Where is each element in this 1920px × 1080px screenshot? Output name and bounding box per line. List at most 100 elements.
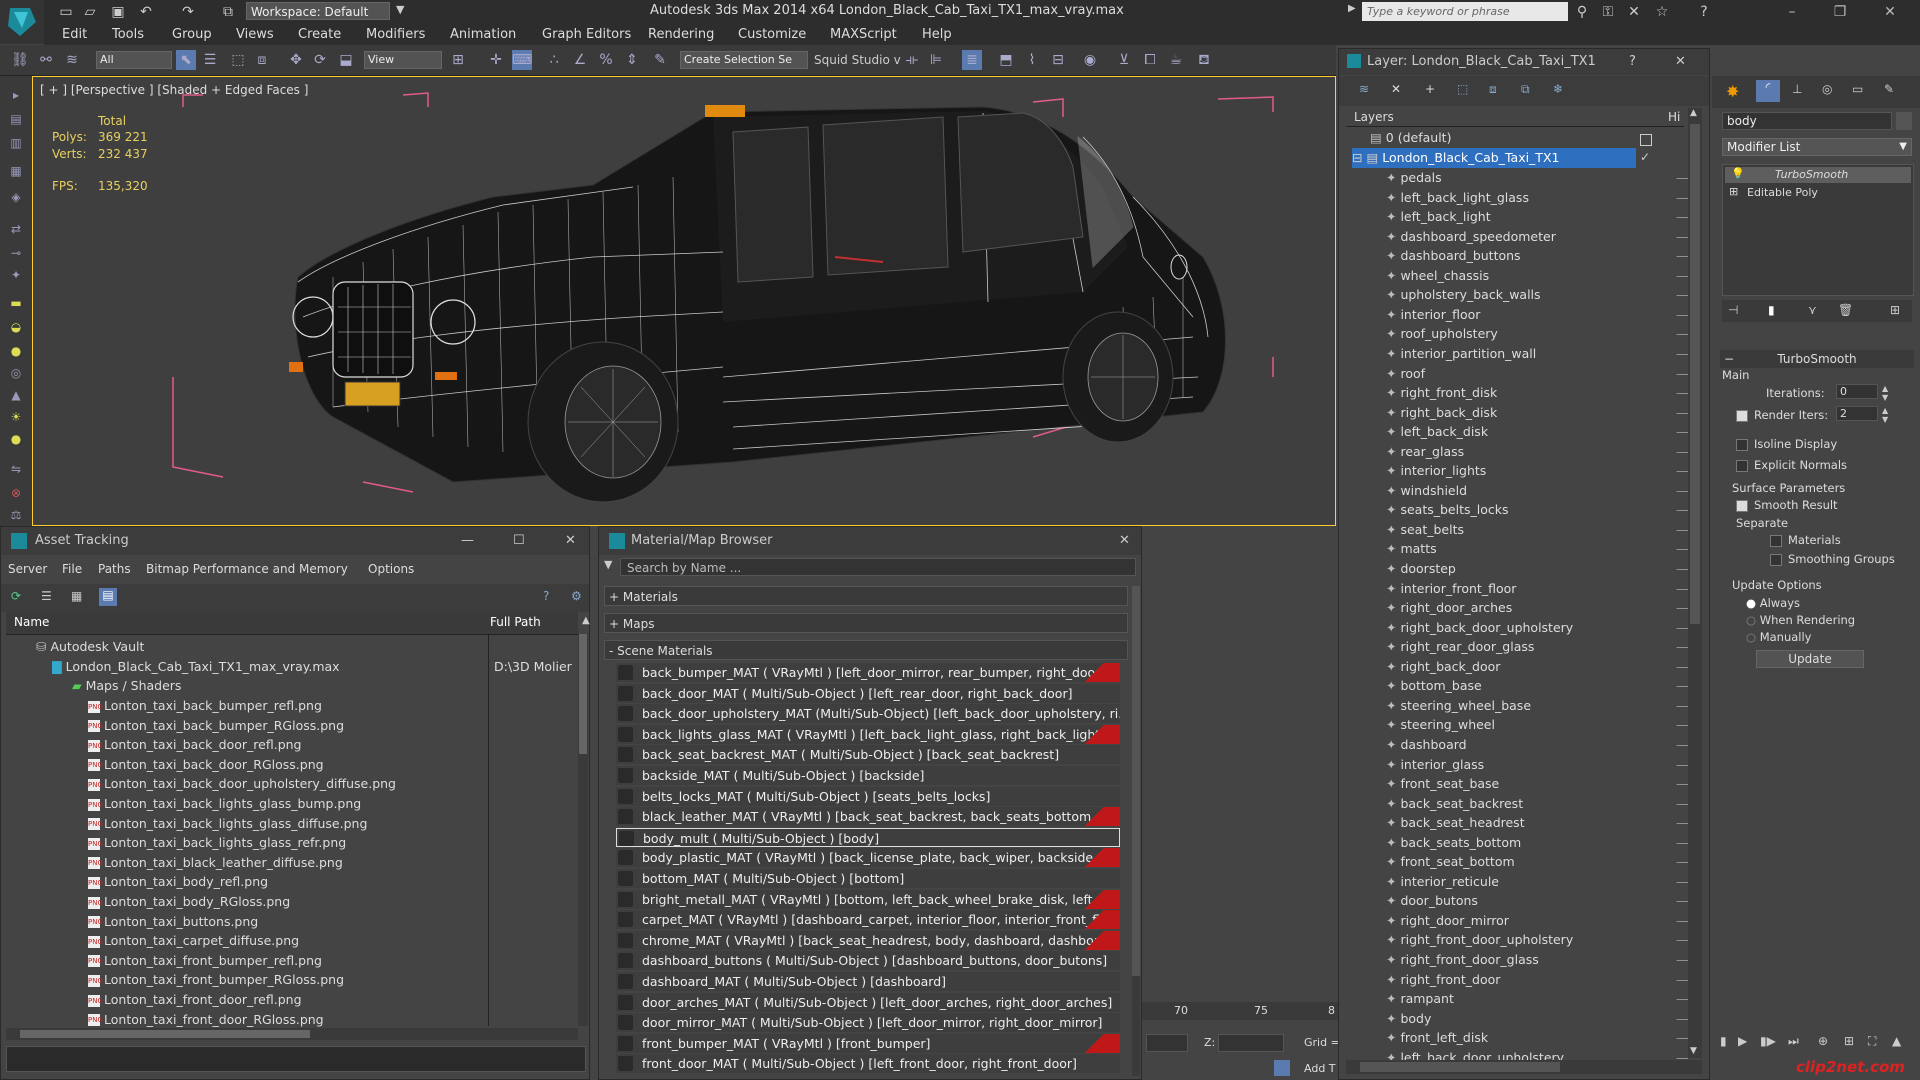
hide-toggle-icon[interactable]: — [1676, 1009, 1689, 1029]
layers-stack-icon[interactable]: ≋ [1359, 82, 1369, 96]
hide-col-label[interactable]: Hi [1668, 110, 1680, 124]
layer-object-row[interactable]: ✦ bottom_base — [1386, 676, 1716, 696]
map-file-row[interactable]: PNGLonton_taxi_back_door_refl.png [88, 735, 302, 755]
hierarchy-tab-icon[interactable]: ⊥ [1792, 82, 1802, 96]
spinner-arrows-icon[interactable]: ▲ ▼ [1882, 406, 1888, 424]
material-row[interactable]: black_leather_MAT ( VRayMtl ) [back_seat… [616, 807, 1120, 827]
asset-vertical-scrollbar[interactable] [578, 634, 588, 1026]
map-file-row[interactable]: PNGLonton_taxi_back_lights_glass_refr.pn… [88, 833, 346, 853]
go-to-start-icon[interactable]: ▮ [1720, 1034, 1727, 1048]
freeze-all-icon[interactable]: ❄ [1553, 82, 1563, 96]
material-row[interactable]: front_bumper_MAT ( VRayMtl ) [front_bump… [616, 1033, 1120, 1053]
hide-toggle-icon[interactable]: — [1676, 852, 1689, 872]
spinner-snap-icon[interactable]: ⇕ [622, 50, 642, 70]
material-row[interactable]: body_mult ( Multi/Sub-Object ) [body] [616, 827, 1120, 847]
menu-tools[interactable]: Tools [112, 27, 144, 42]
select-object-icon[interactable]: ⬉ [176, 50, 196, 70]
project-icon[interactable]: ⧉ [218, 2, 238, 22]
material-row[interactable]: front_door_MAT ( Multi/Sub-Object ) [lef… [616, 1054, 1120, 1074]
y-coordinate-field[interactable] [1146, 1034, 1188, 1052]
bulb-icon[interactable]: 💡 [1731, 167, 1745, 180]
expand-icon[interactable]: ⊞ [1729, 185, 1738, 198]
save-icon[interactable]: ▣ [108, 2, 128, 22]
motion-tab-icon[interactable]: ◎ [1822, 82, 1832, 96]
layer-object-row[interactable]: ✦ right_back_disk — [1386, 403, 1716, 423]
menu-paths[interactable]: Paths [98, 562, 131, 576]
hide-toggle-icon[interactable]: — [1676, 364, 1689, 384]
delete-layer-icon[interactable]: ✕ [1391, 82, 1401, 96]
map-file-row[interactable]: PNGLonton_taxi_front_bumper_refl.png [88, 951, 322, 971]
squid-studio-label[interactable]: Squid Studio v [814, 53, 901, 67]
field-of-view-icon[interactable]: ▲ [1892, 1034, 1901, 1048]
hide-toggle-icon[interactable]: — [1676, 520, 1689, 540]
go-to-end-icon[interactable]: ⏭ [1788, 1034, 1799, 1049]
menu-edit[interactable]: Edit [62, 27, 87, 42]
material-row[interactable]: dashboard_MAT ( Multi/Sub-Object ) [dash… [616, 972, 1120, 991]
perspective-viewport[interactable] [32, 76, 1336, 526]
select-objects-icon[interactable]: ⬚ [1457, 82, 1468, 96]
hide-toggle-icon[interactable]: — [1676, 618, 1689, 638]
material-row[interactable]: back_bumper_MAT ( VRayMtl ) [left_door_m… [616, 663, 1120, 682]
refresh-icon[interactable]: ⟳ [11, 589, 21, 603]
stack-item-turbosmooth[interactable]: 💡 TurboSmooth [1725, 167, 1911, 183]
menu-file[interactable]: File [62, 562, 82, 576]
teapot-icon[interactable]: ⛾ [1194, 50, 1214, 70]
turbosmooth-rollout-header[interactable]: − TurboSmooth [1720, 350, 1914, 368]
strip-light-icon[interactable]: ◒ [6, 320, 26, 336]
zoom-icon[interactable]: ⊕ [1818, 1034, 1828, 1048]
material-row[interactable]: back_door_MAT ( Multi/Sub-Object ) [left… [616, 683, 1120, 703]
map-file-row[interactable]: PNGLonton_taxi_body_refl.png [88, 872, 268, 892]
hide-toggle-icon[interactable]: — [1676, 637, 1689, 657]
spinner-arrows-icon[interactable]: ▲ ▼ [1882, 384, 1888, 402]
menu-group[interactable]: Group [172, 27, 212, 42]
strip-tool-icon[interactable]: ✦ [6, 268, 26, 284]
hide-toggle-icon[interactable]: — [1676, 598, 1689, 618]
layer-object-row[interactable]: ✦ seat_belts — [1386, 520, 1716, 540]
stack-item-editable-poly[interactable]: ⊞ Editable Poly [1725, 185, 1911, 201]
viewport-label[interactable]: [ + ] [Perspective ] [Shaded + Edged Fac… [40, 83, 308, 97]
window-crossing-icon[interactable]: ⧈ [252, 50, 272, 70]
layer-object-row[interactable]: ✦ back_seat_backrest — [1386, 794, 1716, 814]
layer-scrollbar[interactable]: ▲ ▼ [1688, 108, 1702, 1058]
material-row[interactable]: door_arches_MAT ( Multi/Sub-Object ) [le… [616, 992, 1120, 1012]
help-icon[interactable]: ? [543, 589, 549, 603]
material-row[interactable]: belts_locks_MAT ( Multi/Sub-Object ) [se… [616, 786, 1120, 806]
menu-graph-editors[interactable]: Graph Editors [542, 27, 631, 42]
pivot-icon[interactable]: ⊞ [448, 50, 468, 70]
map-file-row[interactable]: PNGLonton_taxi_back_bumper_RGloss.png [88, 716, 344, 736]
material-row[interactable]: bottom_MAT ( Multi/Sub-Object ) [bottom] [616, 869, 1120, 888]
material-row[interactable]: back_lights_glass_MAT ( VRayMtl ) [left_… [616, 724, 1120, 744]
star-icon[interactable]: ☆ [1652, 2, 1672, 22]
asset-horizontal-scrollbar[interactable] [6, 1028, 578, 1040]
hide-toggle-icon[interactable]: — [1676, 774, 1689, 794]
layer-object-row[interactable]: ✦ right_back_door — [1386, 657, 1716, 677]
play-icon[interactable]: ▶ [1738, 1034, 1747, 1048]
keyword-search-input[interactable]: Type a keyword or phrase [1362, 2, 1568, 21]
menu-bitmap-performance[interactable]: Bitmap Performance and Memory [146, 562, 348, 576]
hide-toggle-icon[interactable]: — [1676, 559, 1689, 579]
add-layer-icon[interactable]: + [1425, 82, 1435, 96]
hide-toggle-icon[interactable]: — [1676, 676, 1689, 696]
object-color-swatch[interactable] [1896, 112, 1912, 130]
strip-sun-icon[interactable]: ☀ [6, 410, 26, 426]
materials-section[interactable]: + Materials [604, 586, 1128, 606]
map-file-row[interactable]: PNGLonton_taxi_back_door_upholstery_diff… [88, 774, 396, 794]
utilities-tab-icon[interactable]: ✎ [1884, 82, 1894, 96]
menu-create[interactable]: Create [298, 27, 341, 42]
zoom-all-icon[interactable]: ⊞ [1844, 1034, 1854, 1048]
layer-object-row[interactable]: ✦ back_seat_headrest — [1386, 813, 1716, 833]
map-file-row[interactable]: PNGLonton_taxi_back_door_RGloss.png [88, 755, 324, 775]
hide-toggle-icon[interactable]: — [1676, 285, 1689, 305]
object-name-input[interactable]: body [1722, 112, 1892, 130]
layer-object-row[interactable]: ✦ roof — [1386, 364, 1716, 384]
key-icon[interactable]: ⚿ [1598, 2, 1618, 22]
chevron-down-icon[interactable]: ▼ [396, 3, 404, 16]
new-icon[interactable]: ▭ [56, 2, 76, 22]
layer-manager-icon[interactable]: ≣ [962, 50, 982, 70]
update-button[interactable]: Update [1756, 650, 1864, 668]
hide-toggle-icon[interactable]: — [1676, 344, 1689, 364]
hide-toggle-icon[interactable]: — [1676, 461, 1689, 481]
map-file-row[interactable]: PNGLonton_taxi_carpet_diffuse.png [88, 931, 299, 951]
map-file-row[interactable]: PNGLonton_taxi_body_RGloss.png [88, 892, 290, 912]
time-tag-icon[interactable] [1274, 1060, 1290, 1076]
